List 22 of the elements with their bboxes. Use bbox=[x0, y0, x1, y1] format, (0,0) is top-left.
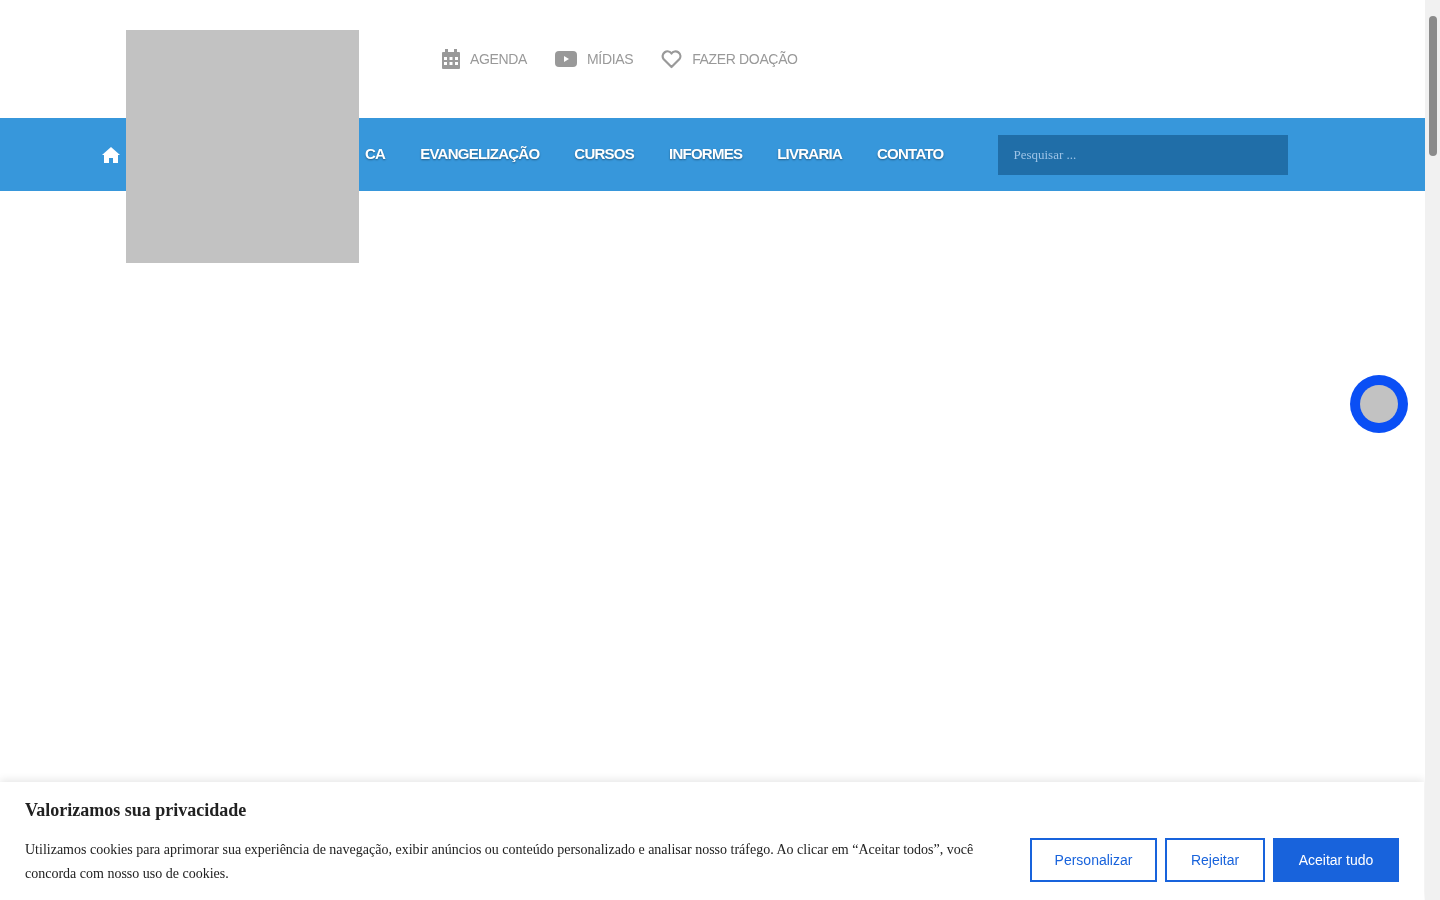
top-link[interactable]: FAZER DOAÇÃO bbox=[692, 48, 798, 70]
nav-link[interactable]: CURSOS bbox=[574, 143, 634, 166]
search-field[interactable]: Pesquisar ... bbox=[998, 134, 1289, 175]
nav-link[interactable]: EVANGELIZAÇÃO bbox=[420, 143, 540, 166]
nav-link[interactable]: CONTATO bbox=[877, 143, 944, 166]
top-link[interactable]: MÍDIAS bbox=[587, 48, 634, 70]
video-icon bbox=[555, 51, 578, 67]
banner-title: Valorizamos sua privacidade bbox=[25, 798, 248, 822]
scrollbar-thumb[interactable] bbox=[1428, 16, 1437, 156]
cookie-button[interactable]: Personalizar bbox=[1030, 838, 1157, 882]
nav-link[interactable]: LIVRARIA bbox=[777, 143, 843, 166]
cookie-button[interactable]: Aceitar tudo bbox=[1273, 838, 1399, 882]
nav-link[interactable]: INFORMES bbox=[669, 143, 743, 166]
floating-action-button[interactable] bbox=[1350, 375, 1408, 433]
nav-link[interactable]: CA bbox=[365, 143, 386, 166]
top-link[interactable]: AGENDA bbox=[470, 48, 528, 70]
cookie-button[interactable]: Rejeitar bbox=[1165, 838, 1265, 882]
home-icon[interactable] bbox=[101, 145, 121, 164]
avatar-icon bbox=[1360, 385, 1398, 423]
banner-text: Utilizamos cookies para aprimorar sua experiência de navegação, exibir anúncios ou conteúdo personalizado e analisar nosso tráfego. Ao clicar em “Aceitar todos”, você concorda com nosso uso de cookies. bbox=[25, 840, 975, 883]
calendar-icon bbox=[442, 49, 460, 69]
heart-icon bbox=[661, 49, 683, 69]
